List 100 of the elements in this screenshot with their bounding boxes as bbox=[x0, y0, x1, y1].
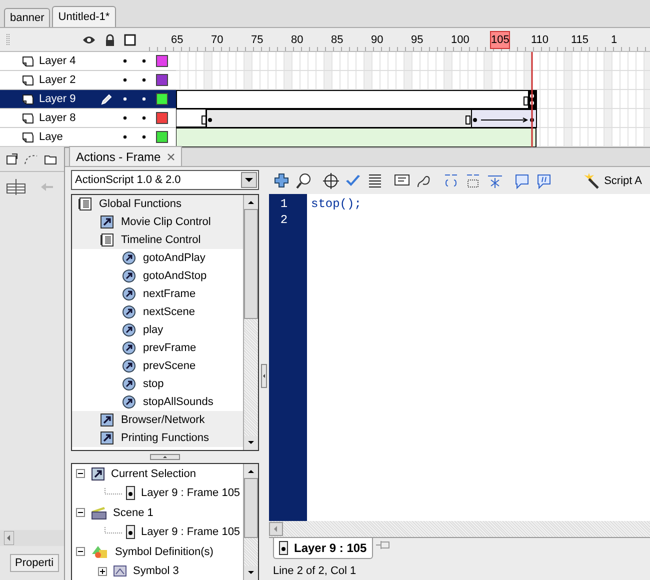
scroll-left-icon[interactable] bbox=[269, 522, 283, 536]
properties-tab[interactable]: Properti bbox=[10, 554, 59, 572]
lock-dot-icon[interactable] bbox=[142, 135, 146, 139]
script-tab[interactable]: Layer 9 : 105 bbox=[273, 538, 373, 559]
toolbox-item[interactable]: nextFrame bbox=[72, 285, 243, 303]
layer-icon bbox=[22, 112, 34, 124]
magic-wand-icon bbox=[582, 172, 600, 190]
lock-dot-icon[interactable] bbox=[142, 59, 146, 63]
toolbox-item[interactable]: stop bbox=[72, 375, 243, 393]
lock-dot-icon[interactable] bbox=[142, 78, 146, 82]
expander-icon[interactable] bbox=[76, 469, 85, 478]
book-list-icon bbox=[78, 197, 92, 211]
frame-number: 70 bbox=[210, 32, 224, 48]
layer-color-swatch[interactable] bbox=[156, 112, 168, 124]
arrow-circle-icon bbox=[122, 305, 136, 319]
toolbox-item[interactable]: prevFrame bbox=[72, 339, 243, 357]
toolbox-item[interactable]: Timeline Control bbox=[72, 231, 243, 249]
navigator-item[interactable]: Symbol Definition(s) bbox=[72, 542, 243, 562]
arrow-circle-icon bbox=[122, 287, 136, 301]
visibility-dot-icon[interactable] bbox=[123, 78, 127, 82]
clapperboard-icon bbox=[91, 506, 107, 520]
expander-icon[interactable] bbox=[98, 566, 107, 576]
scrollbar[interactable] bbox=[243, 195, 258, 450]
layer-row[interactable]: Layer 4 bbox=[0, 52, 176, 71]
toolbox-item[interactable]: Browser/Network bbox=[72, 411, 243, 429]
frame-number: 1 bbox=[610, 32, 618, 48]
layer-icon bbox=[22, 74, 34, 86]
find-icon[interactable] bbox=[295, 172, 313, 190]
arrow-circle-icon bbox=[122, 323, 136, 337]
toolbox-item[interactable]: Printing Functions bbox=[72, 429, 243, 447]
scroll-left-icon[interactable] bbox=[4, 531, 14, 545]
expander-icon[interactable] bbox=[76, 508, 85, 518]
frame-number: 90 bbox=[370, 32, 384, 48]
language-dropdown[interactable]: ActionScript 1.0 & 2.0 bbox=[71, 170, 259, 190]
block-icon[interactable] bbox=[513, 172, 531, 190]
shapes-icon bbox=[91, 544, 109, 560]
motion-guide-icon[interactable] bbox=[24, 153, 38, 165]
scrollbar[interactable] bbox=[243, 464, 258, 580]
navigator-item[interactable]: Layer 9 : Frame 105 bbox=[72, 522, 243, 542]
navigator-item[interactable]: Layer 9 : Frame 105 bbox=[72, 484, 243, 503]
close-icon[interactable] bbox=[166, 152, 175, 160]
scrollbar-thumb[interactable] bbox=[244, 478, 258, 538]
selection-icon[interactable] bbox=[464, 172, 482, 190]
layer-name: Laye bbox=[39, 131, 64, 143]
layer-color-swatch[interactable] bbox=[156, 131, 168, 143]
collapse-handle-icon[interactable] bbox=[261, 364, 267, 388]
toolbox-item[interactable]: play bbox=[72, 321, 243, 339]
target-icon[interactable] bbox=[322, 172, 340, 190]
line-icon[interactable] bbox=[535, 172, 553, 190]
layer-color-swatch[interactable] bbox=[156, 74, 168, 86]
add-icon[interactable] bbox=[273, 172, 291, 190]
outline-icon[interactable] bbox=[124, 34, 136, 46]
toolbox-item[interactable]: stopAllSounds bbox=[72, 393, 243, 411]
layer-row[interactable]: Layer 9 bbox=[0, 90, 176, 109]
scrollbar-thumb[interactable] bbox=[244, 209, 258, 319]
format-icon[interactable] bbox=[366, 172, 384, 190]
panel-tab[interactable]: Actions - Frame bbox=[69, 146, 182, 166]
panel-title: Actions - Frame bbox=[76, 150, 161, 164]
toolbox-item[interactable]: gotoAndPlay bbox=[72, 249, 243, 267]
document-tab[interactable]: Untitled-1* bbox=[52, 6, 116, 27]
visibility-dot-icon[interactable] bbox=[123, 116, 127, 120]
script-assist-button[interactable]: Script A bbox=[582, 172, 642, 190]
visibility-dot-icon[interactable] bbox=[123, 59, 127, 63]
new-layer-icon[interactable] bbox=[6, 153, 18, 165]
line-number: 1 bbox=[279, 197, 289, 213]
visibility-dot-icon[interactable] bbox=[123, 97, 127, 101]
arrow-circle-icon bbox=[122, 341, 136, 355]
code-line: stop(); bbox=[311, 197, 362, 213]
toolbox-item[interactable]: nextScene bbox=[72, 303, 243, 321]
eye-icon[interactable] bbox=[82, 34, 96, 44]
lock-dot-icon[interactable] bbox=[142, 97, 146, 101]
layer-row[interactable]: Laye bbox=[0, 128, 176, 147]
lock-icon[interactable] bbox=[105, 34, 115, 46]
toolbox-item[interactable]: Global Functions bbox=[72, 195, 243, 213]
layer-color-swatch[interactable] bbox=[156, 93, 168, 105]
arrow-circle-icon bbox=[122, 377, 136, 391]
toolbox-item[interactable]: prevScene bbox=[72, 357, 243, 375]
navigator-item[interactable]: Current Selection bbox=[72, 464, 243, 484]
frame-icon bbox=[126, 525, 135, 540]
code-editor[interactable]: 1 2 stop(); bbox=[269, 194, 650, 521]
frame-grid-drawing[interactable] bbox=[176, 52, 650, 147]
arrow-box-icon bbox=[100, 413, 114, 427]
folder-icon[interactable] bbox=[44, 154, 57, 164]
arrow-box-icon bbox=[91, 466, 105, 481]
navigator-item[interactable]: Scene 1 bbox=[72, 503, 243, 522]
toolbox-item[interactable]: Movie Clip Control bbox=[72, 213, 243, 231]
toolbox-item[interactable]: gotoAndStop bbox=[72, 267, 243, 285]
frame-number: 80 bbox=[290, 32, 304, 48]
edit-scene-icon[interactable] bbox=[6, 178, 26, 196]
lock-dot-icon[interactable] bbox=[142, 116, 146, 120]
collapse-handle-icon[interactable] bbox=[150, 454, 180, 460]
arrow-circle-icon bbox=[122, 359, 136, 373]
layer-row[interactable]: Layer 2 bbox=[0, 71, 176, 90]
status-text: Line 2 of 2, Col 1 bbox=[272, 564, 358, 579]
frame-number: 65 bbox=[170, 32, 184, 48]
expander-icon[interactable] bbox=[76, 547, 85, 556]
visibility-dot-icon[interactable] bbox=[123, 135, 127, 139]
document-tab[interactable]: banner bbox=[4, 8, 50, 27]
navigator-item[interactable]: Symbol 3 bbox=[72, 562, 243, 580]
layer-color-swatch[interactable] bbox=[156, 55, 168, 67]
